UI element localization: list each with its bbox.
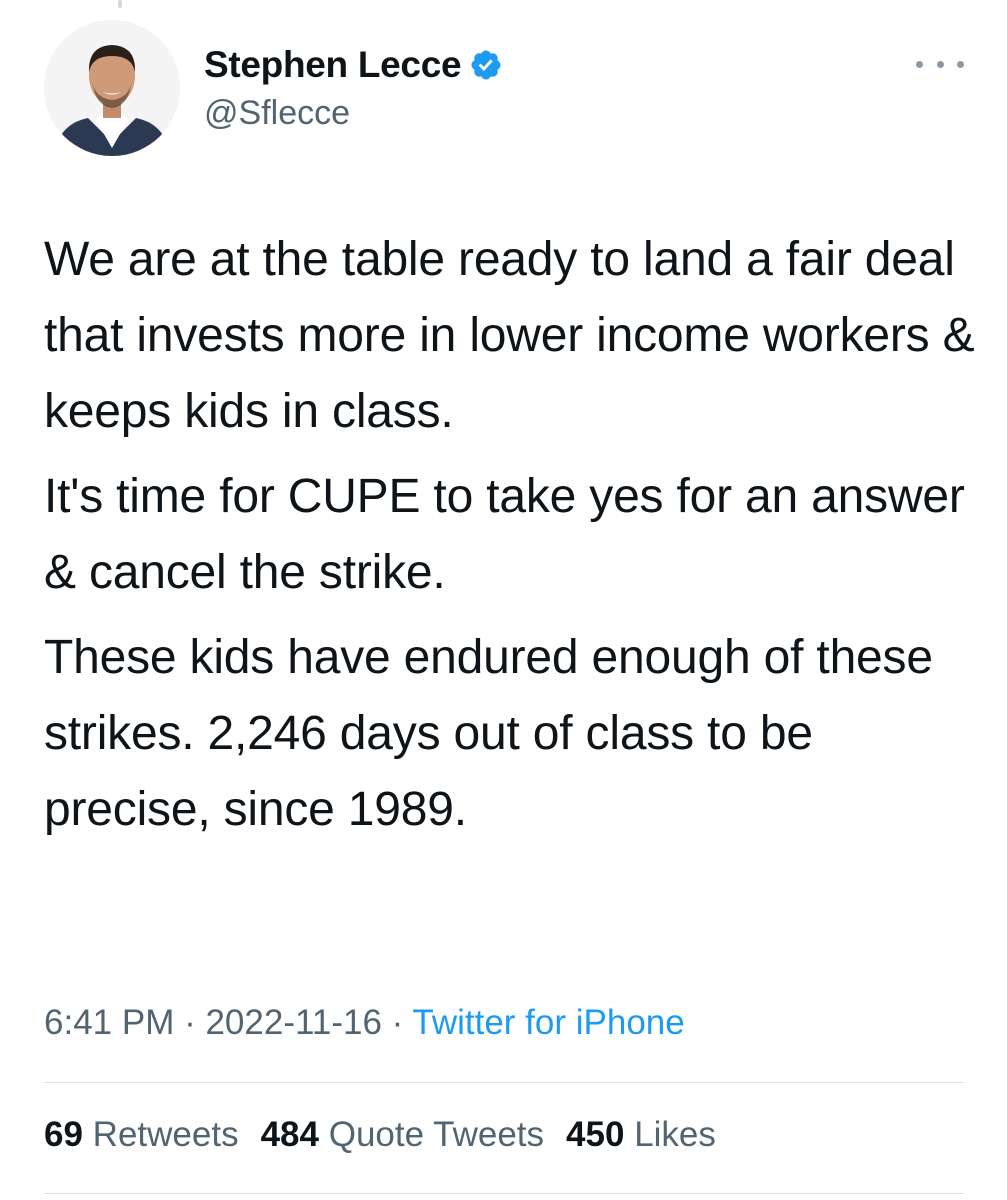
more-dot (957, 60, 964, 68)
tweet-stats: 69 Retweets 484 Quote Tweets 450 Likes (44, 1115, 716, 1155)
quote-tweets-stat[interactable]: 484 Quote Tweets (261, 1115, 544, 1155)
retweets-stat[interactable]: 69 Retweets (44, 1115, 239, 1155)
tweet-body: We are at the table ready to land a fair… (44, 222, 984, 857)
tweet-time[interactable]: 6:41 PM (44, 1003, 174, 1042)
retweets-count: 69 (44, 1115, 83, 1154)
divider (44, 1193, 964, 1194)
thread-connector-line (118, 0, 122, 8)
divider (44, 1082, 964, 1083)
verified-badge-icon (469, 48, 503, 82)
more-dot (916, 60, 923, 68)
tweet-paragraph: These kids have endured enough of these … (44, 631, 933, 836)
author-display-name[interactable]: Stephen Lecce (204, 44, 462, 86)
tweet-date[interactable]: 2022-11-16 (205, 1003, 381, 1042)
more-dot (936, 60, 944, 68)
quote-tweets-count: 484 (260, 1115, 319, 1154)
meta-separator: · (381, 1003, 413, 1042)
tweet-metadata: 6:41 PM · 2022-11-16 · Twitter for iPhon… (44, 1003, 685, 1043)
avatar[interactable] (44, 20, 180, 156)
avatar-photo (44, 20, 180, 156)
tweet-paragraph: We are at the table ready to land a fair… (44, 233, 975, 438)
tweet-paragraph: It's time for CUPE to take yes for an an… (44, 470, 965, 599)
more-options-icon[interactable] (916, 52, 964, 76)
likes-count: 450 (566, 1115, 625, 1154)
author-handle[interactable]: @Sflecce (204, 94, 350, 133)
meta-separator: · (174, 1003, 206, 1042)
likes-stat[interactable]: 450 Likes (566, 1115, 716, 1155)
retweets-label: Retweets (92, 1115, 239, 1154)
tweet-source-link[interactable]: Twitter for iPhone (412, 1003, 684, 1042)
author-name-row[interactable]: Stephen Lecce (204, 44, 503, 86)
likes-label: Likes (634, 1115, 716, 1154)
quote-tweets-label: Quote Tweets (328, 1115, 545, 1154)
